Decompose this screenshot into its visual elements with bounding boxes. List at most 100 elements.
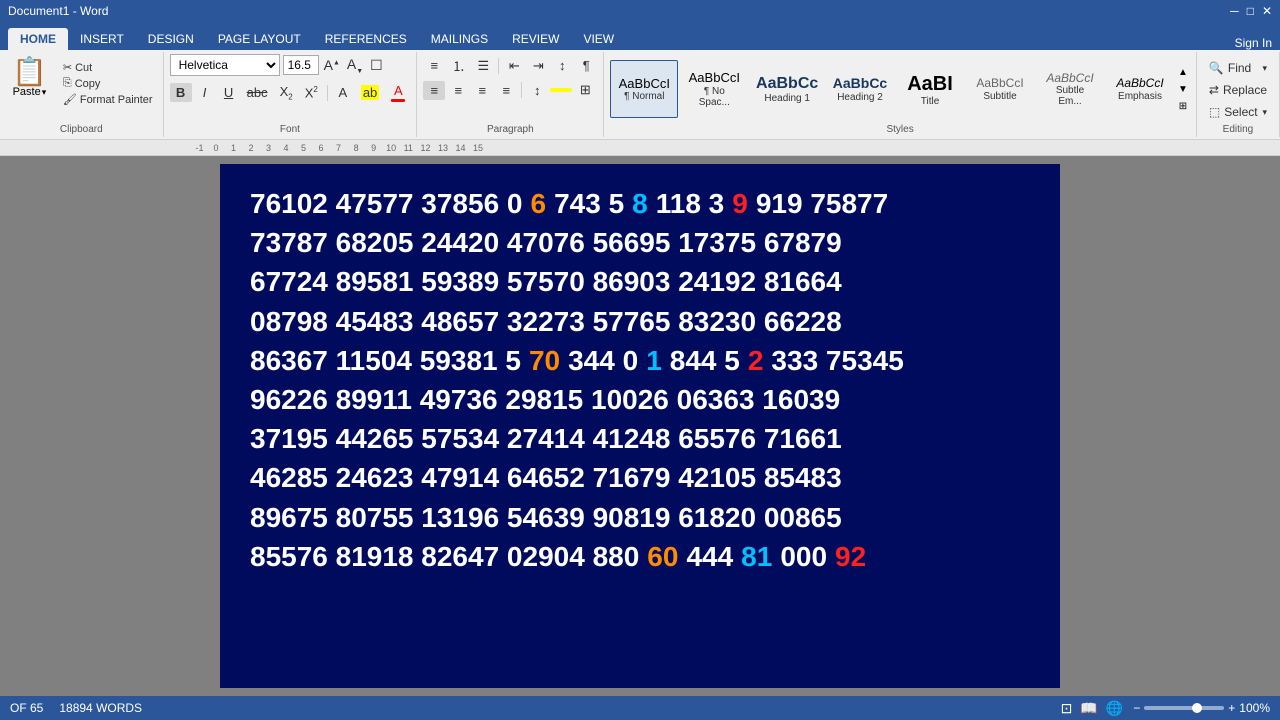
tab-home[interactable]: HOME (8, 28, 68, 50)
style-subtitle[interactable]: AaBbCcI Subtitle (966, 60, 1034, 118)
web-layout-btn[interactable]: 🌐 (1104, 700, 1125, 717)
style-normal-label: ¶ Normal (624, 91, 664, 102)
bold-button[interactable]: B (170, 83, 192, 102)
tab-mailings[interactable]: MAILINGS (419, 28, 500, 50)
font-name-row: Helvetica A▲ A▼ ☐ (170, 54, 411, 76)
font-size-increase-btn[interactable]: A▲ (322, 57, 342, 73)
paragraph-row1: ≡ ⒈ ☰ ⇤ ⇥ ↕ ¶ (423, 54, 597, 77)
align-center-btn[interactable]: ≡ (447, 81, 469, 100)
document-area: 76102 47577 37856 06743 58118 39919 7587… (0, 156, 1280, 696)
find-dropdown-icon: ▾ (1262, 63, 1267, 74)
zoom-in-btn[interactable]: + (1228, 701, 1235, 715)
para-divider2 (521, 82, 522, 98)
format-painter-button[interactable]: 🖌 Format Painter (59, 92, 157, 107)
font-size-input[interactable] (283, 55, 319, 75)
style-title-label: Title (921, 96, 940, 107)
read-mode-btn[interactable]: 📖 (1078, 700, 1099, 717)
show-hide-btn[interactable]: ¶ (575, 56, 597, 75)
underline-button[interactable]: U (218, 83, 240, 102)
style-title-preview: AaBI (907, 72, 953, 96)
title-bar-text: Document1 - Word (8, 4, 108, 18)
multilevel-list-button[interactable]: ☰ (472, 56, 494, 76)
font-size-decrease-btn[interactable]: A▼ (345, 56, 365, 75)
styles-scroll-down-btn[interactable]: ▼ (1176, 82, 1190, 97)
text-effects-button[interactable]: A (332, 83, 354, 102)
paragraph-group: ≡ ⒈ ☰ ⇤ ⇥ ↕ ¶ ≡ ≡ ≡ ≡ ↕ ⊞ Paragraph (417, 52, 604, 137)
sort-btn[interactable]: ↕ (551, 56, 573, 75)
font-color-button[interactable]: A (386, 81, 410, 104)
styles-more-btn[interactable]: ⊞ (1176, 99, 1190, 114)
italic-button[interactable]: I (194, 83, 216, 102)
style-emphasis-preview: AaBbCcI (1116, 76, 1163, 90)
sign-in-btn[interactable]: Sign In (1235, 36, 1272, 50)
tab-design[interactable]: DESIGN (136, 28, 206, 50)
clear-format-btn[interactable]: ☐ (368, 57, 385, 74)
close-btn[interactable]: ✕ (1262, 4, 1272, 18)
decrease-indent-btn[interactable]: ⇤ (503, 56, 525, 76)
style-heading2-label: Heading 2 (837, 92, 883, 103)
superscript-button[interactable]: X2 (300, 83, 323, 102)
print-layout-btn[interactable]: ⊡ (1059, 700, 1075, 717)
bullet-list-button[interactable]: ≡ (423, 56, 445, 75)
font-divider1 (327, 85, 328, 101)
align-left-btn[interactable]: ≡ (423, 81, 445, 100)
zoom-out-btn[interactable]: − (1133, 701, 1140, 715)
cut-button[interactable]: ✂ Cut (59, 60, 157, 75)
tab-view[interactable]: VIEW (571, 28, 626, 50)
style-nospace-preview: AaBbCcI (689, 70, 740, 86)
find-button[interactable]: 🔍 Find ▾ (1203, 58, 1273, 78)
view-buttons: ⊡ 📖 🌐 (1059, 700, 1126, 717)
doc-line-10: 85576 81918 82647 02904 88060 44481 0009… (250, 537, 1030, 576)
justify-btn[interactable]: ≡ (495, 81, 517, 100)
tab-review[interactable]: REVIEW (500, 28, 571, 50)
styles-group: AaBbCcI ¶ Normal AaBbCcI ¶ No Spac... Aa… (604, 52, 1197, 137)
shading-btn[interactable] (550, 88, 572, 92)
page-info: OF 65 (10, 701, 43, 715)
style-normal[interactable]: AaBbCcI ¶ Normal (610, 60, 678, 118)
increase-indent-btn[interactable]: ⇥ (527, 56, 549, 76)
clipboard-group: 📋 Paste ▾ ✂ Cut ⎘ Copy 🖌 Format Pa (0, 52, 164, 137)
font-family-select[interactable]: Helvetica (170, 54, 280, 76)
tab-pagelayout[interactable]: PAGE LAYOUT (206, 28, 313, 50)
align-right-btn[interactable]: ≡ (471, 81, 493, 100)
style-subtleemphasis-preview: AaBbCcI (1046, 71, 1093, 85)
style-subtleemphasis[interactable]: AaBbCcI Subtle Em... (1036, 60, 1104, 118)
replace-button[interactable]: ⇄ Replace (1203, 80, 1273, 100)
tab-references[interactable]: REFERENCES (313, 28, 419, 50)
style-subtitle-preview: AaBbCcI (976, 76, 1023, 90)
style-emphasis[interactable]: AaBbCcI Emphasis (1106, 60, 1174, 118)
editing-group: 🔍 Find ▾ ⇄ Replace ⬚ Select ▾ Editing (1197, 52, 1280, 137)
copy-icon: ⎘ (63, 77, 72, 90)
minimize-btn[interactable]: ─ (1230, 4, 1239, 18)
small-clipboard-btns: ✂ Cut ⎘ Copy 🖌 Format Painter (59, 56, 157, 107)
doc-line-5: 86367 11504 59381 570344 01844 52333 753… (250, 341, 1030, 380)
paste-button[interactable]: 📋 Paste ▾ (6, 56, 53, 100)
borders-btn[interactable]: ⊞ (574, 80, 596, 100)
style-heading2[interactable]: AaBbCc Heading 2 (826, 60, 894, 118)
style-heading1-preview: AaBbCc (756, 74, 818, 93)
select-button[interactable]: ⬚ Select ▾ (1203, 102, 1273, 122)
paste-dropdown-icon[interactable]: ▾ (42, 87, 47, 98)
para-divider1 (498, 58, 499, 74)
maximize-btn[interactable]: □ (1247, 4, 1254, 18)
doc-line-9: 89675 80755 13196 54639 90819 61820 0086… (250, 498, 1030, 537)
document-page[interactable]: 76102 47577 37856 06743 58118 39919 7587… (220, 164, 1060, 688)
highlight-button[interactable]: ab (356, 83, 384, 102)
find-icon: 🔍 (1209, 61, 1224, 75)
subscript-button[interactable]: X2 (275, 82, 298, 104)
style-subtitle-label: Subtitle (983, 91, 1016, 102)
copy-button[interactable]: ⎘ Copy (59, 76, 157, 91)
select-icon: ⬚ (1209, 105, 1220, 119)
numbered-list-button[interactable]: ⒈ (447, 54, 470, 77)
zoom-slider[interactable] (1144, 706, 1224, 710)
style-nospace[interactable]: AaBbCcI ¶ No Spac... (680, 60, 748, 118)
styles-scroll-up-btn[interactable]: ▲ (1176, 65, 1190, 80)
format-painter-icon: 🖌 (63, 93, 77, 106)
styles-gallery: AaBbCcI ¶ Normal AaBbCcI ¶ No Spac... Aa… (610, 60, 1174, 118)
tab-insert[interactable]: INSERT (68, 28, 136, 50)
style-title[interactable]: AaBI Title (896, 60, 964, 118)
style-heading1[interactable]: AaBbCc Heading 1 (750, 60, 824, 118)
strikethrough-button[interactable]: abc (242, 83, 273, 102)
line-spacing-btn[interactable]: ↕ (526, 81, 548, 100)
doc-line-3: 67724 89581 59389 57570 86903 24192 8166… (250, 262, 1030, 301)
